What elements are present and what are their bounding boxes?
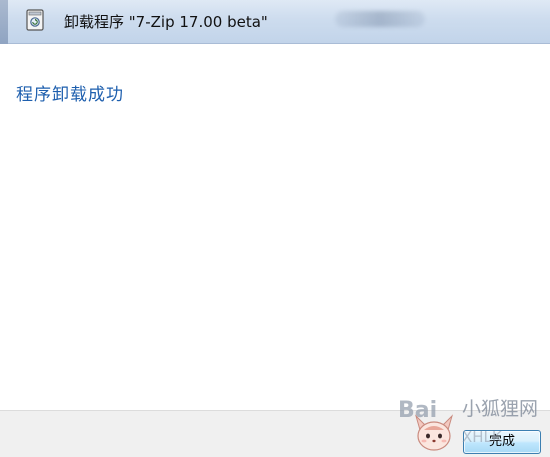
title-bar[interactable]: 卸载程序 "7-Zip 17.00 beta" xyxy=(0,0,550,44)
window-title: 卸载程序 "7-Zip 17.00 beta" xyxy=(64,13,268,31)
fox-mascot-icon xyxy=(414,414,454,451)
uninstall-icon xyxy=(26,9,44,31)
blurred-title-region xyxy=(335,11,425,27)
watermark-site-en: XHLK xyxy=(462,428,502,446)
uninstall-success-message: 程序卸载成功 xyxy=(16,85,124,105)
watermark-site-cn: 小狐狸网 xyxy=(462,398,539,420)
watermark: Bai 小狐狸网 XHLK xyxy=(396,388,550,457)
content-area: 程序卸载成功 xyxy=(0,44,550,410)
window-frame-edge xyxy=(0,0,8,44)
